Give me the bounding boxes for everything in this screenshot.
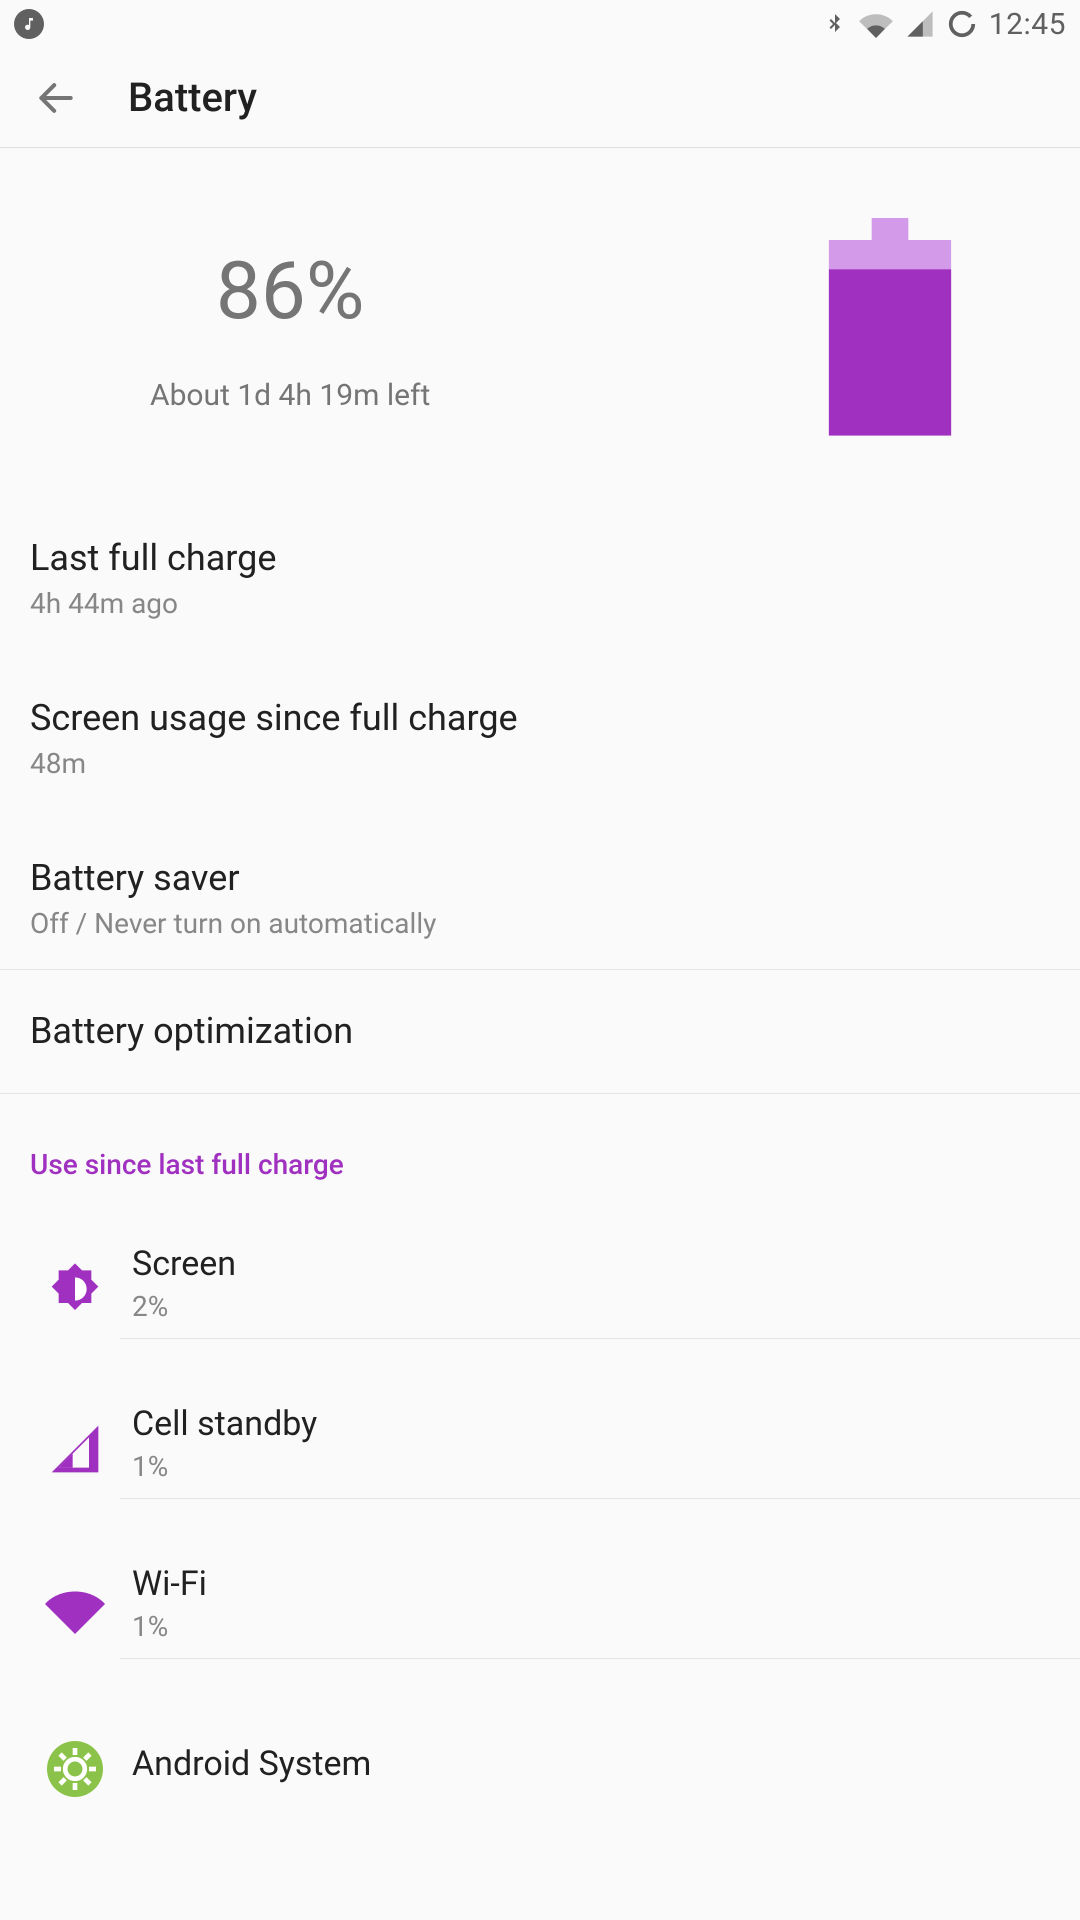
- usage-row-android[interactable]: Android System: [0, 1689, 1080, 1849]
- battery-saver-row[interactable]: Battery saver Off / Never turn on automa…: [0, 829, 1080, 969]
- status-clock: 12:45: [989, 7, 1066, 42]
- row-title: Last full charge: [30, 537, 1050, 579]
- brightness-icon: [30, 1261, 120, 1317]
- usage-title: Cell standby: [132, 1404, 1080, 1444]
- row-title: Battery saver: [30, 857, 1050, 899]
- cell-icon: [30, 1421, 120, 1477]
- usage-row-cell[interactable]: Cell standby 1%: [0, 1369, 1080, 1529]
- usage-sub: 1%: [132, 1610, 1080, 1643]
- usage-row-screen[interactable]: Screen 2%: [0, 1209, 1080, 1369]
- battery-percent: 86%: [150, 244, 430, 338]
- battery-icon: [810, 218, 970, 438]
- usage-title: Wi-Fi: [132, 1564, 1080, 1604]
- battery-optimization-row[interactable]: Battery optimization: [0, 970, 1080, 1093]
- app-bar: Battery: [0, 48, 1080, 148]
- loading-icon: [947, 9, 977, 39]
- row-sub: 4h 44m ago: [30, 587, 1050, 620]
- row-title: Screen usage since full charge: [30, 697, 1050, 739]
- wifi-status-icon: [859, 10, 893, 38]
- content: 86% About 1d 4h 19m left Last full charg…: [0, 148, 1080, 1849]
- battery-remaining: About 1d 4h 19m left: [150, 378, 430, 413]
- last-full-charge-row[interactable]: Last full charge 4h 44m ago: [0, 509, 1080, 649]
- back-button[interactable]: [24, 66, 88, 130]
- usage-section-header: Use since last full charge: [0, 1094, 1080, 1209]
- music-icon: [14, 9, 44, 39]
- cell-status-icon: [905, 10, 935, 38]
- battery-hero[interactable]: 86% About 1d 4h 19m left: [0, 148, 1080, 509]
- android-icon: [30, 1741, 120, 1797]
- status-bar: 12:45: [0, 0, 1080, 48]
- row-sub: Off / Never turn on automatically: [30, 907, 1050, 940]
- usage-sub: 1%: [132, 1450, 1080, 1483]
- page-title: Battery: [128, 74, 257, 121]
- usage-title: Screen: [132, 1244, 1080, 1284]
- wifi-icon: [30, 1584, 120, 1634]
- row-sub: 48m: [30, 747, 1050, 780]
- bluetooth-icon: [823, 9, 847, 39]
- usage-sub: 2%: [132, 1290, 1080, 1323]
- usage-title: Android System: [132, 1744, 1080, 1784]
- usage-row-wifi[interactable]: Wi-Fi 1%: [0, 1529, 1080, 1689]
- row-title: Battery optimization: [30, 1010, 1050, 1052]
- screen-usage-row[interactable]: Screen usage since full charge 48m: [0, 669, 1080, 809]
